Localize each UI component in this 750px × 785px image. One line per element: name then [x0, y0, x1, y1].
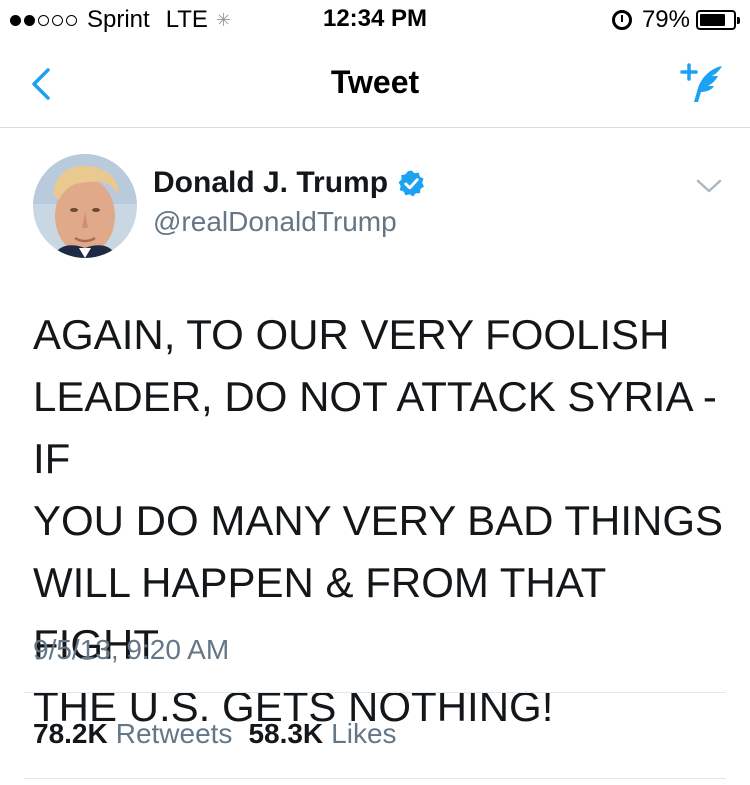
author-username[interactable]: @realDonaldTrump: [153, 206, 397, 238]
retweets-count[interactable]: 78.2K: [33, 718, 108, 750]
tweet-text-line: AGAIN, TO OUR VERY FOOLISH: [33, 311, 670, 358]
battery-icon: [696, 10, 740, 30]
likes-label[interactable]: Likes: [331, 718, 396, 750]
navigation-bar: Tweet: [0, 40, 750, 128]
battery-fill: [700, 14, 726, 26]
compose-tweet-button[interactable]: [678, 60, 726, 108]
likes-count[interactable]: 58.3K: [248, 718, 323, 750]
status-bar: Sprint LTE ✳ 12:34 PM 79%: [0, 0, 750, 40]
status-bar-right: 79%: [611, 6, 740, 34]
retweets-label[interactable]: Retweets: [116, 718, 233, 750]
battery-percent: 79%: [641, 6, 690, 33]
tweet-stats: 78.2K Retweets 58.3K Likes: [33, 718, 413, 750]
tweet-timestamp: 9/5/13, 9:20 AM: [33, 634, 230, 665]
tweet-text-line: YOU DO MANY VERY BAD THINGS: [33, 497, 724, 544]
divider: [24, 692, 726, 693]
divider: [24, 778, 726, 779]
tweet-text: AGAIN, TO OUR VERY FOOLISH LEADER, DO NO…: [33, 304, 733, 738]
verified-badge-icon: [398, 169, 425, 197]
chevron-down-icon: [696, 179, 722, 193]
alarm-clock-icon: [611, 10, 632, 30]
tweet-options-button[interactable]: [694, 175, 724, 197]
profile-photo: [33, 154, 137, 258]
page-title: Tweet: [330, 64, 420, 100]
author-display-name[interactable]: Donald J. Trump: [153, 166, 426, 200]
display-name-text: Donald J. Trump: [153, 166, 389, 199]
compose-tweet-icon: [680, 63, 722, 102]
avatar[interactable]: [33, 154, 137, 258]
tweet-text-line: LEADER, DO NOT ATTACK SYRIA - IF: [33, 373, 717, 482]
